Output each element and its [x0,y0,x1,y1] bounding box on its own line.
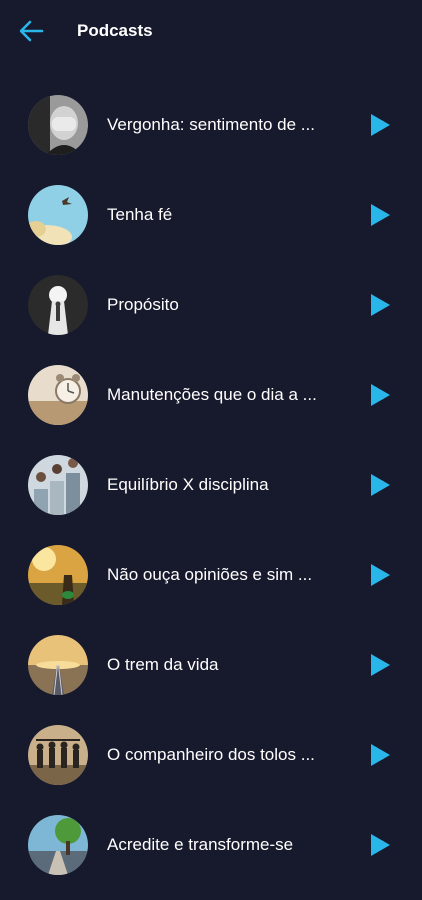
play-icon[interactable] [370,744,390,766]
podcast-title: O companheiro dos tolos ... [107,745,315,764]
play-icon[interactable] [370,834,390,856]
podcast-thumbnail [28,95,88,155]
podcast-item[interactable]: Propósito [0,260,422,350]
podcast-item[interactable]: O companheiro dos tolos ... [0,710,422,800]
podcast-item[interactable]: Equilíbrio X disciplina [0,440,422,530]
podcast-thumbnail [28,725,88,785]
podcast-item[interactable]: Não ouça opiniões e sim ... [0,530,422,620]
podcast-item[interactable]: Vergonha: sentimento de ... [0,80,422,170]
play-icon[interactable] [370,564,390,586]
podcast-item[interactable]: Manutenções que o dia a ... [0,350,422,440]
podcast-thumbnail [28,635,88,695]
podcast-item[interactable]: Tenha fé [0,170,422,260]
podcast-title: Equilíbrio X disciplina [107,475,269,494]
play-icon[interactable] [370,474,390,496]
play-icon[interactable] [370,654,390,676]
podcast-list: Vergonha: sentimento de ... Tenha fé Pro… [0,80,422,890]
play-icon[interactable] [370,204,390,226]
podcast-item[interactable]: Acredite e transforme-se [0,800,422,890]
play-icon[interactable] [370,114,390,136]
podcast-title: Manutenções que o dia a ... [107,385,317,404]
podcast-title: Tenha fé [107,205,173,224]
arrow-left-icon[interactable] [18,19,44,43]
podcast-item[interactable]: O trem da vida [0,620,422,710]
podcast-thumbnail [28,185,88,245]
play-icon[interactable] [370,384,390,406]
podcast-thumbnail [28,815,88,875]
podcast-thumbnail [28,275,88,335]
podcast-title: O trem da vida [107,655,219,674]
podcast-title: Vergonha: sentimento de ... [107,115,315,134]
podcast-title: Não ouça opiniões e sim ... [107,565,313,584]
app-header: Podcasts [0,0,422,62]
page-title: Podcasts [77,21,153,40]
podcast-title: Propósito [107,295,179,314]
podcast-thumbnail [28,365,88,425]
podcast-thumbnail [28,455,88,515]
podcast-title: Acredite e transforme-se [107,835,294,854]
play-icon[interactable] [370,294,390,316]
podcast-thumbnail [28,545,88,605]
